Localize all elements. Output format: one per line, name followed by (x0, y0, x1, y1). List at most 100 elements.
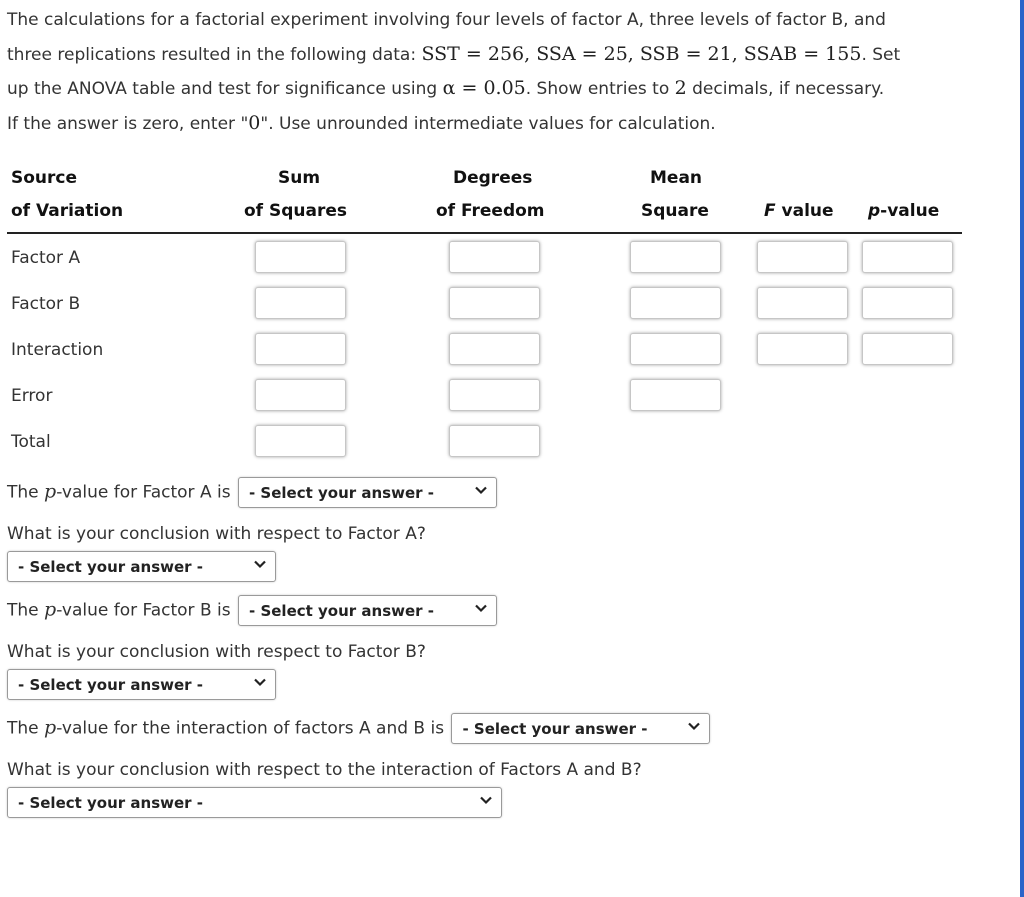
row-label: Factor B (11, 294, 81, 314)
f-symbol: F (764, 201, 776, 221)
factor-a-ss-input[interactable] (255, 241, 346, 273)
header-source-line1: Source (11, 168, 78, 188)
f-label: value (775, 201, 834, 221)
factor-b-p-input[interactable] (862, 287, 953, 319)
factor-b-ms-input[interactable] (630, 287, 721, 319)
question-text: -value for Factor B is (56, 600, 231, 621)
row-error: Error (7, 372, 962, 418)
interaction-p-input[interactable] (862, 333, 953, 365)
question-content: The calculations for a factorial experim… (7, 0, 1012, 818)
intro-text: three replications resulted in the follo… (7, 44, 422, 65)
select-value: - Select your answer - (462, 720, 648, 738)
p-symbol: p (44, 598, 57, 621)
intro-text: If the answer is zero, enter " (7, 113, 249, 134)
intro-line-1: The calculations for a factorial experim… (7, 10, 886, 30)
pvalue-factor-b-question: The p-value for Factor B is - Select you… (7, 595, 497, 626)
header-ms-line2: Square (641, 201, 709, 221)
conclusion-interaction-wrap: - Select your answer - (7, 787, 502, 818)
intro-text: . Show entries to (525, 79, 675, 99)
select-value: - Select your answer - (18, 794, 204, 812)
pvalue-factor-a-select[interactable]: - Select your answer - (237, 477, 497, 508)
pvalue-interaction-select[interactable]: - Select your answer - (451, 713, 711, 744)
zero-math: 0 (248, 111, 261, 134)
chevron-down-icon (475, 486, 487, 495)
interaction-f-input[interactable] (757, 333, 848, 365)
header-ms-line1: Mean (650, 168, 703, 188)
factor-b-f-input[interactable] (757, 287, 848, 319)
p-symbol: p (868, 201, 881, 221)
row-total: Total (7, 418, 962, 464)
problem-statement: The calculations for a factorial experim… (7, 4, 1012, 141)
header-source-line2: of Variation (11, 201, 124, 221)
conclusion-factor-a-wrap: - Select your answer - (7, 551, 276, 582)
factor-a-df-input[interactable] (449, 241, 540, 273)
intro-text: up the ANOVA table and test for signific… (7, 79, 443, 99)
question-text: -value for Factor A is (56, 482, 231, 503)
chevron-down-icon (475, 604, 487, 613)
conclusion-factor-b-select[interactable]: - Select your answer - (7, 669, 276, 700)
conclusion-interaction-select[interactable]: - Select your answer - (7, 787, 502, 818)
chevron-down-icon (254, 678, 266, 687)
header-f-value: F value (764, 201, 834, 221)
intro-line-3: up the ANOVA table and test for signific… (7, 72, 1012, 107)
intro-text: ". Use unrounded intermediate values for… (260, 113, 716, 134)
select-value: - Select your answer - (249, 602, 435, 620)
pvalue-factor-b-select[interactable]: - Select your answer - (238, 595, 497, 626)
factor-b-ss-input[interactable] (255, 287, 346, 319)
interaction-df-input[interactable] (449, 333, 540, 365)
factor-b-df-input[interactable] (449, 287, 540, 319)
header-df-line1: Degrees (453, 168, 533, 188)
pvalue-interaction-question: The p-value for the interaction of facto… (7, 713, 711, 744)
header-ss-line1: Sum (278, 168, 321, 188)
row-factor-b: Factor B (7, 280, 962, 326)
conclusion-interaction-question: What is your conclusion with respect to … (7, 760, 642, 780)
anova-header: Source of Variation Sum of Squares Degre… (7, 160, 962, 234)
factor-a-ms-input[interactable] (630, 241, 721, 273)
alpha-math: α = 0.05 (442, 77, 526, 99)
row-label: Error (11, 386, 53, 406)
chevron-down-icon (480, 796, 492, 805)
p-symbol: p (44, 480, 57, 503)
question-text: -value for the interaction of factors A … (56, 718, 445, 739)
row-interaction: Interaction (7, 326, 962, 372)
conclusion-factor-a-select[interactable]: - Select your answer - (7, 551, 276, 582)
chevron-down-icon (688, 722, 701, 731)
intro-text: decimals, if necessary. (686, 79, 885, 99)
select-value: - Select your answer - (248, 484, 434, 502)
total-df-input[interactable] (449, 425, 540, 457)
header-p-value: p-value (868, 201, 939, 221)
intro-text: . Set (861, 44, 901, 65)
conclusion-factor-b-wrap: - Select your answer - (7, 669, 276, 700)
interaction-ss-input[interactable] (255, 333, 346, 365)
intro-line-4: If the answer is zero, enter "0". Use un… (7, 107, 1012, 142)
error-ss-input[interactable] (255, 379, 346, 411)
error-df-input[interactable] (449, 379, 540, 411)
chevron-down-icon (254, 560, 266, 569)
given-data-math: SST = 256, SSA = 25, SSB = 21, SSAB = 15… (421, 42, 862, 65)
error-ms-input[interactable] (630, 379, 721, 411)
select-value: - Select your answer - (18, 558, 204, 576)
header-df-line2: of Freedom (436, 201, 545, 221)
p-symbol: p (44, 716, 57, 739)
question-text: The (7, 718, 45, 739)
intro-line-2: three replications resulted in the follo… (7, 38, 1012, 73)
factor-a-f-input[interactable] (757, 241, 848, 273)
conclusion-factor-b-question: What is your conclusion with respect to … (7, 642, 426, 662)
row-factor-a: Factor A (7, 234, 962, 280)
decimals-math: 2 (674, 77, 687, 99)
factor-a-p-input[interactable] (862, 241, 953, 273)
pvalue-factor-a-question: The p-value for Factor A is - Select you… (7, 477, 497, 508)
interaction-ms-input[interactable] (630, 333, 721, 365)
row-label: Interaction (11, 340, 104, 360)
p-label: -value (880, 201, 940, 221)
select-value: - Select your answer - (18, 676, 204, 694)
question-text: The (7, 482, 45, 503)
row-label: Factor A (11, 248, 81, 268)
question-text: The (7, 600, 45, 621)
window-edge-border (1020, 0, 1024, 897)
anova-table: Source of Variation Sum of Squares Degre… (7, 160, 962, 464)
row-label: Total (11, 432, 51, 452)
header-ss-line2: of Squares (244, 201, 348, 221)
conclusion-factor-a-question: What is your conclusion with respect to … (7, 524, 426, 544)
total-ss-input[interactable] (255, 425, 346, 457)
